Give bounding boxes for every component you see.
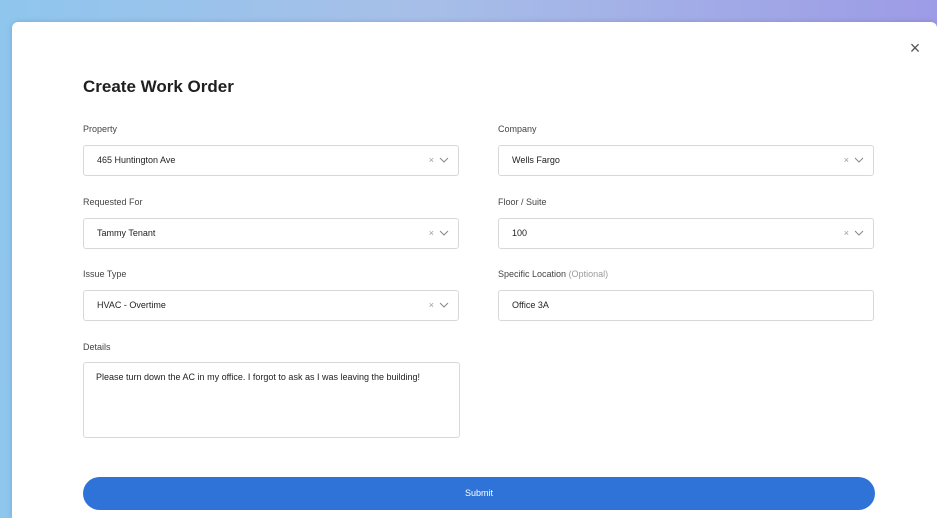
submit-button[interactable]: Submit [83, 477, 875, 510]
floor-suite-label: Floor / Suite [498, 197, 547, 207]
create-work-order-dialog: × Create Work Order Property 465 Hunting… [12, 22, 937, 518]
clear-icon[interactable]: × [429, 219, 434, 248]
requested-for-label: Requested For [83, 197, 143, 207]
clear-icon[interactable]: × [429, 146, 434, 175]
chevron-down-icon[interactable] [439, 228, 449, 238]
specific-location-label: Specific Location (Optional) [498, 269, 608, 279]
issue-type-value: HVAC - Overtime [97, 300, 166, 310]
floor-suite-select[interactable]: 100 × [498, 218, 874, 249]
details-textarea[interactable]: Please turn down the AC in my office. I … [83, 362, 460, 438]
company-value: Wells Fargo [512, 155, 560, 165]
company-label: Company [498, 124, 537, 134]
specific-location-value: Office 3A [512, 300, 549, 310]
requested-for-select[interactable]: Tammy Tenant × [83, 218, 459, 249]
clear-icon[interactable]: × [844, 146, 849, 175]
dialog-title: Create Work Order [83, 77, 234, 96]
property-value: 465 Huntington Ave [97, 155, 176, 165]
close-icon[interactable]: × [906, 39, 924, 57]
property-label: Property [83, 124, 118, 134]
floor-suite-value: 100 [512, 228, 528, 238]
chevron-down-icon[interactable] [439, 155, 449, 165]
chevron-down-icon[interactable] [854, 155, 864, 165]
clear-icon[interactable]: × [429, 291, 434, 320]
property-select[interactable]: 465 Huntington Ave × [83, 145, 459, 176]
specific-location-input[interactable]: Office 3A [498, 290, 874, 321]
issue-type-select[interactable]: HVAC - Overtime × [83, 290, 459, 321]
specific-location-label-text: Specific Location [498, 269, 567, 279]
details-label: Details [83, 342, 111, 352]
company-select[interactable]: Wells Fargo × [498, 145, 874, 176]
chevron-down-icon[interactable] [854, 228, 864, 238]
optional-tag: (Optional) [568, 269, 609, 279]
requested-for-value: Tammy Tenant [97, 228, 156, 238]
clear-icon[interactable]: × [844, 219, 849, 248]
chevron-down-icon[interactable] [439, 300, 449, 310]
issue-type-label: Issue Type [83, 269, 127, 279]
